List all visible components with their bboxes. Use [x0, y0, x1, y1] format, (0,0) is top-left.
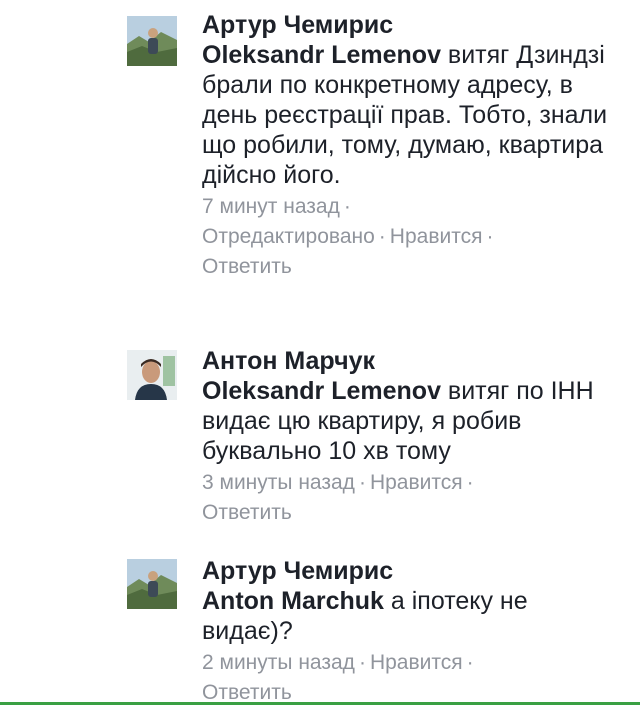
- avatar-photo-icon: [127, 350, 177, 400]
- comment-timestamp[interactable]: 3 минуты назад: [202, 471, 355, 494]
- reply-link[interactable]: Ответить: [202, 681, 292, 704]
- separator: ·: [343, 195, 351, 218]
- comment-text: Anton Marchuk а іпотеку не видає)?: [202, 586, 622, 646]
- like-link[interactable]: Нравится: [370, 651, 463, 674]
- mention-link[interactable]: Oleksandr Lemenov: [202, 377, 441, 405]
- comment-author-link[interactable]: Артур Чемирис: [202, 556, 622, 586]
- comment-meta: 3 минуты назад · Нравится · Ответить: [202, 468, 622, 528]
- comment-text: Oleksandr Lemenov витяг по ІНН видає цю …: [202, 376, 622, 466]
- like-link[interactable]: Нравится: [370, 471, 463, 494]
- avatar-photo-icon: [127, 559, 177, 609]
- comment-author-link[interactable]: Антон Марчук: [202, 346, 622, 376]
- comment-meta: 2 минуты назад · Нравится · Ответить: [202, 648, 622, 708]
- separator: ·: [466, 471, 474, 494]
- comment-text: Oleksandr Lemenov витяг Дзиндзі брали по…: [202, 40, 622, 190]
- comment-author-link[interactable]: Артур Чемирис: [202, 10, 622, 40]
- comment-timestamp[interactable]: 7 минут назад: [202, 195, 340, 218]
- edited-label[interactable]: Отредактировано: [202, 225, 375, 248]
- comment-meta: 7 минут назад · Отредактировано · Нравится ·…: [202, 192, 622, 282]
- separator: ·: [378, 225, 386, 248]
- avatar-photo-icon: [127, 16, 177, 66]
- avatar[interactable]: [127, 559, 177, 609]
- separator: ·: [486, 225, 494, 248]
- mention-link[interactable]: Oleksandr Lemenov: [202, 41, 441, 69]
- separator: ·: [358, 471, 366, 494]
- reply-link[interactable]: Ответить: [202, 255, 292, 278]
- comment-timestamp[interactable]: 2 минуты назад: [202, 651, 355, 674]
- separator: ·: [358, 651, 366, 674]
- reply-link[interactable]: Ответить: [202, 501, 292, 524]
- mention-link[interactable]: Anton Marchuk: [202, 587, 384, 615]
- like-link[interactable]: Нравится: [390, 225, 483, 248]
- avatar[interactable]: [127, 16, 177, 66]
- avatar[interactable]: [127, 350, 177, 400]
- separator: ·: [466, 651, 474, 674]
